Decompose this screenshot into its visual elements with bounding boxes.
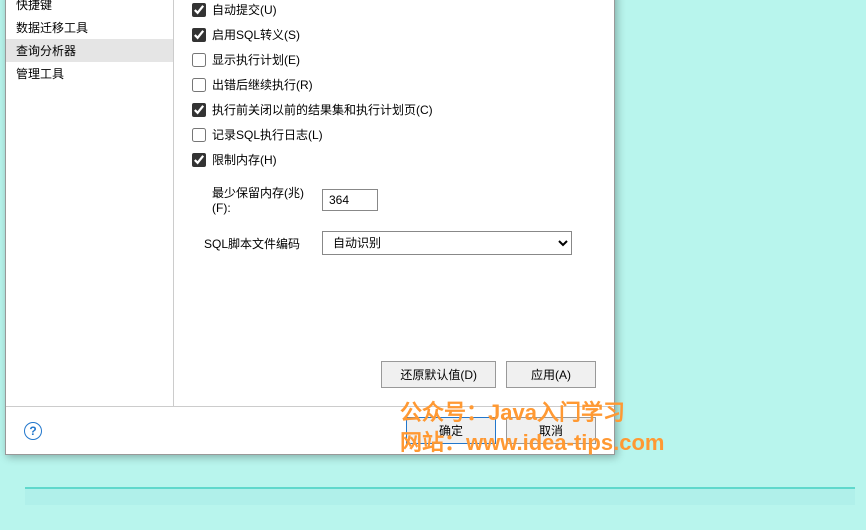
- encoding-row: SQL脚本文件编码 自动识别: [192, 231, 596, 255]
- help-icon[interactable]: ?: [24, 422, 42, 440]
- auto-commit-checkbox[interactable]: [192, 3, 206, 17]
- close-prev-results-checkbox[interactable]: [192, 103, 206, 117]
- limit-memory-row: 限制内存(H): [192, 151, 596, 168]
- dialog-footer: ? 确定 取消: [6, 406, 614, 454]
- content-panel: 自动提交(U) 启用SQL转义(S) 显示执行计划(E) 出错后继续执行(R) …: [174, 0, 614, 406]
- encoding-label: SQL脚本文件编码: [192, 235, 322, 252]
- limit-memory-checkbox[interactable]: [192, 153, 206, 167]
- sql-escape-label: 启用SQL转义(S): [212, 26, 300, 43]
- dialog-body: 快捷键 数据迁移工具 查询分析器 管理工具 自动提交(U) 启用SQL转义(S)…: [6, 0, 614, 406]
- log-sql-exec-row: 记录SQL执行日志(L): [192, 126, 596, 143]
- continue-on-error-row: 出错后继续执行(R): [192, 76, 596, 93]
- bottom-bar: [25, 487, 855, 505]
- show-exec-plan-row: 显示执行计划(E): [192, 51, 596, 68]
- cancel-button[interactable]: 取消: [506, 417, 596, 444]
- show-exec-plan-checkbox[interactable]: [192, 53, 206, 67]
- min-memory-label: 最少保留内存(兆)(F):: [192, 184, 322, 215]
- ok-button[interactable]: 确定: [406, 417, 496, 444]
- log-sql-exec-label: 记录SQL执行日志(L): [212, 126, 323, 143]
- apply-button[interactable]: 应用(A): [506, 361, 596, 388]
- encoding-select[interactable]: 自动识别: [322, 231, 572, 255]
- auto-commit-row: 自动提交(U): [192, 1, 596, 18]
- content-buttons: 还原默认值(D) 应用(A): [192, 361, 596, 396]
- settings-dialog: 快捷键 数据迁移工具 查询分析器 管理工具 自动提交(U) 启用SQL转义(S)…: [5, 0, 615, 455]
- sidebar-item-admin-tools[interactable]: 管理工具: [6, 62, 173, 85]
- min-memory-input[interactable]: [322, 189, 378, 211]
- sidebar: 快捷键 数据迁移工具 查询分析器 管理工具: [6, 0, 174, 406]
- continue-on-error-checkbox[interactable]: [192, 78, 206, 92]
- close-prev-results-row: 执行前关闭以前的结果集和执行计划页(C): [192, 101, 596, 118]
- restore-default-button[interactable]: 还原默认值(D): [381, 361, 496, 388]
- min-memory-row: 最少保留内存(兆)(F):: [192, 184, 596, 215]
- limit-memory-label: 限制内存(H): [212, 151, 277, 168]
- auto-commit-label: 自动提交(U): [212, 1, 277, 18]
- show-exec-plan-label: 显示执行计划(E): [212, 51, 300, 68]
- log-sql-exec-checkbox[interactable]: [192, 128, 206, 142]
- close-prev-results-label: 执行前关闭以前的结果集和执行计划页(C): [212, 101, 433, 118]
- sidebar-item-migration[interactable]: 数据迁移工具: [6, 16, 173, 39]
- sql-escape-checkbox[interactable]: [192, 28, 206, 42]
- sql-escape-row: 启用SQL转义(S): [192, 26, 596, 43]
- sidebar-item-query-analyzer[interactable]: 查询分析器: [6, 39, 173, 62]
- footer-buttons: 确定 取消: [406, 417, 596, 444]
- sidebar-item-shortcuts[interactable]: 快捷键: [6, 0, 173, 16]
- continue-on-error-label: 出错后继续执行(R): [212, 76, 313, 93]
